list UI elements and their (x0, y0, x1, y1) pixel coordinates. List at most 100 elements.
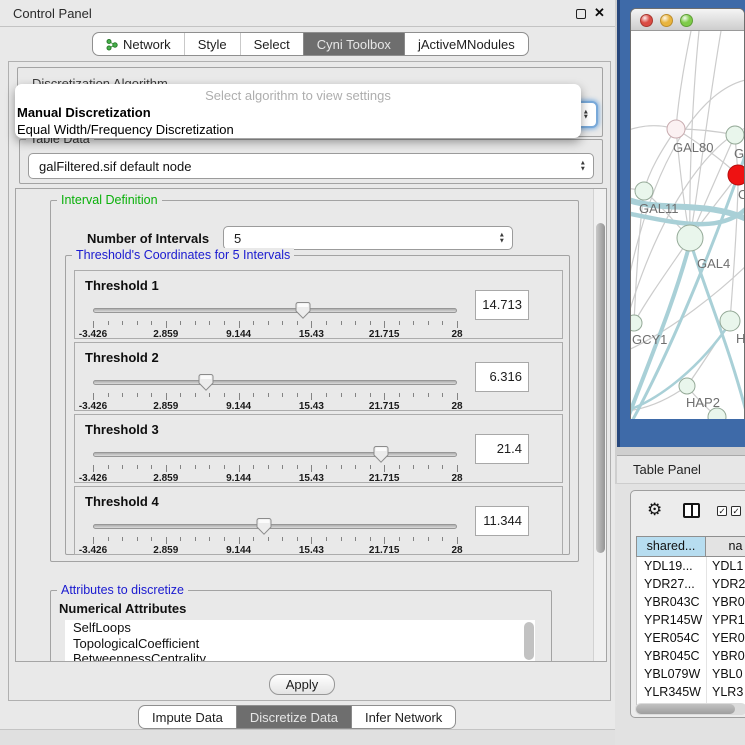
cell-name: YPR1 (707, 611, 745, 629)
cell-shared-name: YDL19... (637, 557, 707, 575)
tab-select[interactable]: Select (240, 33, 303, 55)
slider-handle[interactable] (373, 446, 388, 463)
table-panel: ⚙ ✓ ✓ shared...na YDL19...YDL1YDR27...YD… (615, 484, 745, 745)
checkbox-icon[interactable]: ✓ (731, 506, 741, 516)
network-node-hap2[interactable] (679, 378, 695, 394)
close-icon[interactable]: ✕ (594, 5, 605, 21)
slider-handle[interactable] (296, 302, 311, 319)
network-node-gcy1[interactable] (631, 315, 642, 331)
network-node-gal4[interactable] (677, 225, 703, 251)
threshold-label: Threshold 2 (85, 350, 159, 365)
tab-infer-network[interactable]: Infer Network (351, 706, 455, 728)
slider-track[interactable] (93, 308, 457, 313)
tab-label: Discretize Data (250, 710, 338, 725)
dropdown-hint: Select algorithm to view settings (15, 87, 581, 104)
table-row[interactable]: YLR345WYLR3 (637, 683, 745, 701)
network-node-hap-right[interactable] (720, 311, 740, 331)
threshold-slider[interactable]: -3.4262.8599.14415.4321.71528 (93, 518, 457, 554)
menu-item-manual-discretization[interactable]: Manual Discretization (15, 104, 581, 121)
table-row[interactable]: YBR045CYBR0 (637, 647, 745, 665)
tab-network[interactable]: Network (93, 33, 184, 55)
checkbox-icon[interactable]: ✓ (717, 506, 727, 516)
interval-definition-group: Interval Definition Number of Intervals … (50, 200, 579, 562)
minimize-traffic-light-icon[interactable] (660, 14, 673, 27)
algorithm-dropdown-popup: Select algorithm to view settings Manual… (15, 84, 581, 138)
table-header: shared...na (636, 536, 745, 557)
network-node-gal1[interactable] (726, 126, 744, 144)
tick-label: -3.426 (79, 545, 107, 556)
tick-label: 28 (451, 401, 462, 412)
threshold-value-field[interactable]: 14.713 (475, 290, 529, 320)
threshold-slider[interactable]: -3.4262.8599.14415.4321.71528 (93, 446, 457, 482)
table-panel-title: Table Panel (633, 462, 701, 477)
tab-discretize-data[interactable]: Discretize Data (236, 706, 351, 728)
tab-impute-data[interactable]: Impute Data (139, 706, 236, 728)
table-body: YDL19...YDL1YDR27...YDR2YBR043CYBR0YPR14… (636, 557, 745, 705)
tick-label: 28 (451, 545, 462, 556)
network-node-gal80[interactable] (667, 120, 685, 138)
tick-label: 28 (451, 329, 462, 340)
threshold-slider[interactable]: -3.4262.8599.14415.4321.71528 (93, 374, 457, 410)
table-row[interactable]: YPR145WYPR1 (637, 611, 745, 629)
column-header-na[interactable]: na (706, 536, 745, 557)
scrollbar-thumb[interactable] (596, 223, 605, 553)
tick-label: 15.43 (299, 329, 324, 340)
gear-icon[interactable]: ⚙ (647, 500, 662, 520)
tab-style[interactable]: Style (184, 33, 240, 55)
table-row[interactable]: YBL079WYBL0 (637, 665, 745, 683)
attribute-item-topologicalcoefficient[interactable]: TopologicalCoefficient (65, 636, 535, 652)
network-window-titlebar[interactable] (631, 9, 744, 31)
slider-handle[interactable] (198, 374, 213, 391)
apply-button[interactable]: Apply (269, 674, 335, 695)
cyni-toolbox-panel: Discretization Algorithm ▲▼ Select algor… (8, 61, 611, 701)
scrollbar-thumb[interactable] (636, 704, 735, 714)
vertical-scrollbar[interactable] (593, 189, 606, 661)
number-of-intervals-spinner[interactable]: 5 ▲▼ (223, 226, 513, 250)
network-window: GAL80GACGAL11GAL4GCY1HAHAP2 (630, 8, 745, 419)
close-traffic-light-icon[interactable] (640, 14, 653, 27)
table-row[interactable]: YBR043CYBR0 (637, 593, 745, 611)
tab-jactivemnodules[interactable]: jActiveMNodules (404, 33, 528, 55)
node-label: C (738, 187, 745, 202)
network-node-gal11[interactable] (635, 182, 653, 200)
tick-label: 21.715 (369, 473, 400, 484)
slider-track[interactable] (93, 380, 457, 385)
threshold-label: Threshold 3 (85, 422, 159, 437)
table-row[interactable]: YDR27...YDR2 (637, 575, 745, 593)
cell-name: YER0 (707, 629, 745, 647)
tick-label: 21.715 (369, 545, 400, 556)
slider-handle[interactable] (257, 518, 272, 535)
threshold-value-field[interactable]: 6.316 (475, 362, 529, 392)
group-title: Interval Definition (57, 193, 162, 207)
table-data-combobox[interactable]: galFiltered.sif default node ▲▼ (28, 153, 594, 179)
attribute-item-betweennesscentrality[interactable]: BetweennessCentrality (65, 651, 535, 662)
attributes-list[interactable]: SelfLoopsTopologicalCoefficientBetweenne… (65, 620, 535, 662)
threshold-label: Threshold 4 (85, 494, 159, 509)
table-row[interactable]: YDL19...YDL1 (637, 557, 745, 575)
zoom-traffic-light-icon[interactable] (680, 14, 693, 27)
slider-track[interactable] (93, 452, 457, 457)
slider-ticks (93, 321, 457, 329)
network-canvas[interactable]: GAL80GACGAL11GAL4GCY1HAHAP2 (631, 31, 745, 419)
tab-cyni-toolbox[interactable]: Cyni Toolbox (303, 33, 404, 55)
threshold-value-field[interactable]: 21.4 (475, 434, 529, 464)
combobox-arrows-icon: ▲▼ (580, 161, 586, 172)
table-row[interactable]: YER054CYER0 (637, 629, 745, 647)
slider-track[interactable] (93, 524, 457, 529)
menu-item-equal-width-frequency-discretization[interactable]: Equal Width/Frequency Discretization (15, 121, 581, 138)
attribute-item-selfloops[interactable]: SelfLoops (65, 620, 535, 636)
cell-name: YLR3 (707, 683, 743, 701)
column-header-shared-[interactable]: shared... (636, 536, 706, 557)
network-edge (634, 238, 690, 323)
threshold-value-field[interactable]: 11.344 (475, 506, 529, 536)
network-node-selected-node[interactable] (728, 165, 745, 185)
list-scrollbar[interactable] (524, 622, 534, 660)
tick-label: 9.144 (226, 473, 251, 484)
network-icon (106, 38, 118, 51)
columns-icon[interactable] (683, 503, 700, 518)
cell-shared-name: YDR27... (637, 575, 707, 593)
spinner-arrows-icon: ▲▼ (499, 233, 505, 244)
horizontal-scrollbar[interactable] (635, 703, 745, 715)
threshold-slider[interactable]: -3.4262.8599.14415.4321.71528 (93, 302, 457, 338)
float-window-icon[interactable] (576, 9, 586, 19)
